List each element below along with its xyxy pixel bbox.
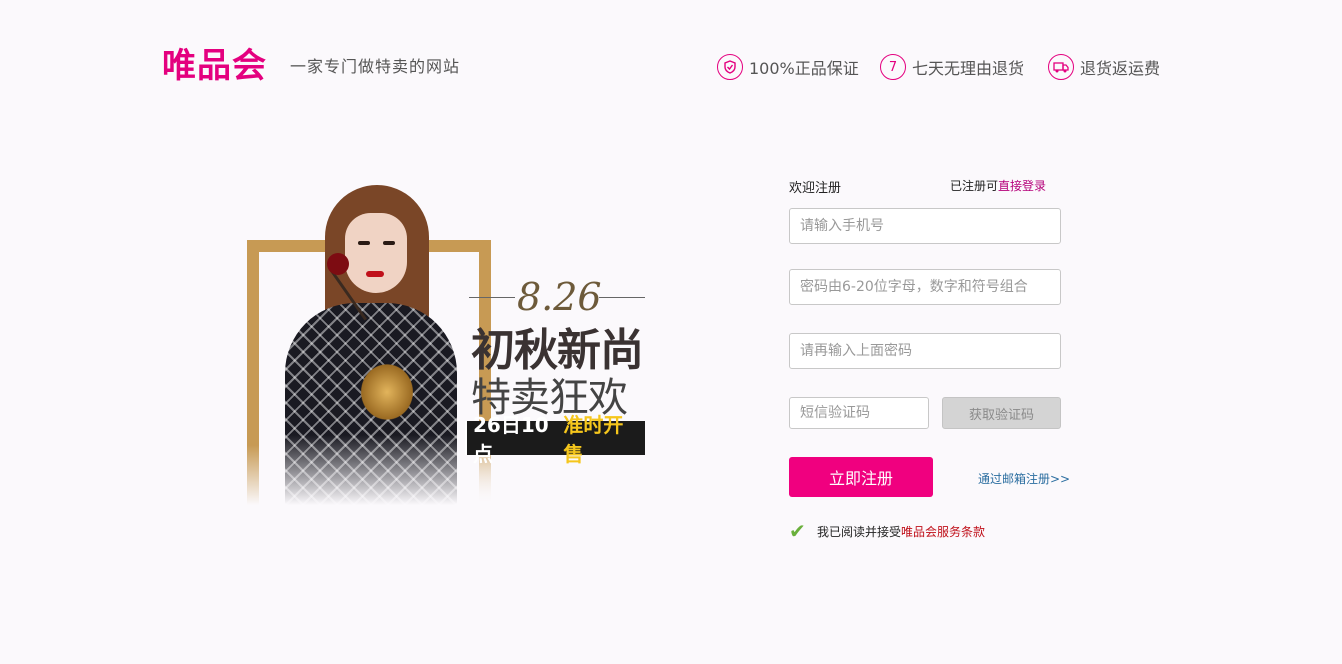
model-image [277, 185, 517, 505]
promise-label: 100%正品保证 [749, 59, 859, 78]
checkmark-icon[interactable]: ✔ [789, 521, 807, 541]
header: 唯品会 一家专门做特卖的网站 100%正品保证 7 七天无理由退货 退货返运费 [0, 0, 1342, 120]
sms-code-input[interactable] [789, 397, 929, 429]
promise-return-shipping: 退货返运费 [1048, 52, 1160, 82]
password-input[interactable] [789, 269, 1061, 305]
agreement-row: ✔ 我已阅读并接受 唯品会服务条款 [789, 521, 985, 541]
agree-text: 我已阅读并接受 [817, 524, 902, 539]
divider [599, 297, 645, 298]
promise-label: 七天无理由退货 [912, 59, 1025, 78]
terms-link[interactable]: 唯品会服务条款 [901, 523, 985, 540]
rose-icon [327, 253, 349, 275]
promise-7day-return: 7 七天无理由退货 [880, 52, 1024, 82]
login-hint-text: 已注册可 [950, 179, 999, 193]
phone-input[interactable] [789, 208, 1061, 244]
site-slogan: 一家专门做特卖的网站 [290, 57, 461, 76]
truck-icon [1048, 54, 1074, 80]
email-register-link[interactable]: 通过邮箱注册>> [978, 470, 1070, 487]
register-button[interactable]: 立即注册 [789, 457, 933, 497]
divider [469, 297, 515, 298]
sale-time: 26日10点 [473, 413, 549, 466]
banner-headline: 初秋新尚 [471, 325, 644, 376]
promise-label: 退货返运费 [1080, 59, 1161, 78]
promise-authentic: 100%正品保证 [717, 52, 859, 82]
login-hint: 已注册可直接登录 [950, 177, 1046, 194]
promo-banner[interactable]: 8.26 初秋新尚 特卖狂欢 26日10点 准时开售 [245, 185, 645, 505]
sale-open: 准时开售 [563, 413, 624, 466]
vip-logo[interactable]: 唯品会 [162, 44, 267, 88]
seven-day-icon: 7 [880, 54, 906, 80]
banner-date: 8.26 [517, 275, 602, 319]
get-code-button[interactable]: 获取验证码 [942, 397, 1061, 429]
shield-icon [717, 54, 743, 80]
confirm-password-input[interactable] [789, 333, 1061, 369]
form-title: 欢迎注册 [789, 181, 842, 196]
banner-sale-tag: 26日10点 准时开售 [465, 413, 645, 466]
direct-login-link[interactable]: 直接登录 [998, 179, 1046, 193]
